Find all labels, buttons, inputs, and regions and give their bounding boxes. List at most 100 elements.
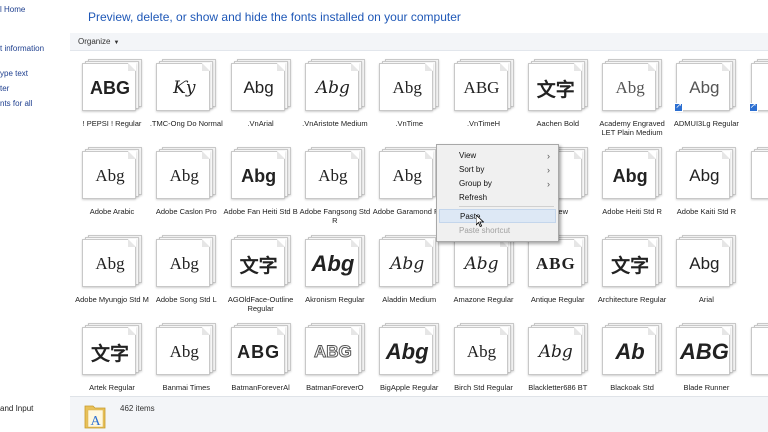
context-menu: View › Sort by › Group by › Refresh Paste Paste … (436, 144, 559, 242)
font-tile[interactable]: A Ado (745, 145, 768, 231)
font-name: .TMC-Ong Do Normal (149, 119, 223, 128)
font-tile[interactable]: Abg .VnAristote Medium (299, 57, 371, 143)
font-preview: 文字 (90, 343, 129, 365)
font-tile[interactable]: ABG .VnTimeH (448, 57, 520, 143)
menu-item-view[interactable]: View › (439, 149, 556, 163)
menu-item-group-by[interactable]: Group by › (439, 177, 556, 191)
font-name: Adobe Heiti Std R (602, 207, 662, 216)
font-name: BatmanForeverO (306, 383, 364, 392)
font-tile[interactable]: 文字 AGOldFace-Outline Regular (225, 233, 297, 319)
font-tile[interactable]: Abg Adobe Song Std L (150, 233, 222, 319)
fonts-grid[interactable]: ABG ! PEPSI ! Regular Ƙy .TMC-Ong Do Normal… (70, 51, 768, 396)
svg-text:A: A (90, 414, 101, 429)
font-tile[interactable]: Ƙy .TMC-Ong Do Normal (149, 57, 223, 143)
font-name: Birch Std Regular (454, 383, 513, 392)
nav-link[interactable]: l Home (0, 5, 25, 14)
font-name: Banmai Times (162, 383, 211, 392)
font-tile[interactable]: Abg .VnTime (373, 57, 445, 143)
organize-button[interactable]: Organize ▼ (78, 37, 119, 46)
font-tile[interactable]: Abg Adobe Arabic (76, 145, 148, 231)
font-tile[interactable]: Abg Birch Std Regular (448, 321, 520, 407)
nav-link[interactable]: t information (0, 44, 44, 53)
nav-link[interactable]: nts for all (0, 99, 32, 108)
font-file-icon: Abg (602, 59, 663, 115)
font-file-icon: ABG (82, 59, 142, 115)
font-file-icon: ABG (527, 235, 588, 291)
font-tile[interactable]: Abg Adobe Kaiti Std R (670, 145, 742, 231)
font-tile[interactable]: 文字 Artek Regular (76, 321, 148, 407)
font-tile[interactable]: Abg Akronism Regular (299, 233, 371, 319)
menu-item-label: View (459, 151, 477, 160)
font-tile[interactable]: ABG BatmanForeverAl (225, 321, 297, 407)
font-tile[interactable]: Abg Adobe Heiti Std R (596, 145, 668, 231)
status-bar: A 462 items (70, 396, 768, 432)
nav-link[interactable]: ype text (0, 69, 28, 78)
font-tile[interactable]: ABG BatmanForeverO (299, 321, 371, 407)
font-tile[interactable]: Abg Adobe Fan Heiti Std B (223, 145, 298, 231)
font-preview: Abg (689, 78, 720, 97)
menu-separator (459, 206, 554, 207)
font-preview: Abg (169, 254, 199, 273)
font-file-icon: 文字 (527, 59, 588, 115)
font-file-icon: A (750, 147, 768, 203)
font-file-icon: Abg (230, 147, 291, 203)
font-name: Adobe Caslon Pro (155, 207, 217, 216)
font-tile[interactable]: Abg Aladdin Medium (373, 233, 445, 319)
font-preview: ABG (237, 341, 281, 362)
font-file-icon: Abg (676, 235, 737, 291)
font-tile[interactable]: AAD (745, 57, 768, 143)
font-name: Blackoak Std (610, 383, 654, 392)
font-name: .VnTimeH (466, 119, 501, 128)
font-name: Architecture Regular (597, 295, 667, 304)
font-tile[interactable]: 文字 Architecture Regular (596, 233, 668, 319)
font-name: Artek Regular (89, 383, 135, 392)
font-preview: ABG (679, 339, 729, 364)
font-tile[interactable]: Abg Adobe Myungjo Std M (75, 233, 149, 319)
font-tile[interactable]: ABG Antique Regular (522, 233, 594, 319)
font-preview: ABG (314, 342, 353, 362)
font-file-icon: Abg (82, 147, 142, 203)
font-tile[interactable]: 文字 Aachen Bold (522, 57, 594, 143)
font-tile[interactable]: Abg Blackletter686 BT (522, 321, 594, 407)
font-file-icon: Abg (156, 235, 217, 291)
font-tile[interactable]: Abg Adobe Caslon Pro (150, 145, 222, 231)
font-tile[interactable]: Abg Adobe Fangsong Std R (299, 145, 371, 231)
font-file-icon: Abg (304, 59, 365, 115)
font-tile[interactable]: Abg ADMUI3Lg Regular (670, 57, 742, 143)
font-file-icon: ABG (453, 59, 514, 115)
font-name: Academy Engraved LET Plain Medium (599, 119, 665, 137)
shortcut-arrow-icon (748, 101, 758, 112)
font-name: ! PEPSI ! Regular (82, 119, 142, 128)
menu-item-sort-by[interactable]: Sort by › (439, 163, 556, 177)
font-tile[interactable]: Abg Amazone Regular (448, 233, 520, 319)
page-title: Preview, delete, or show and hide the fo… (88, 10, 461, 24)
menu-item-refresh[interactable]: Refresh (439, 191, 556, 205)
item-count: 462 items (120, 404, 155, 413)
nav-link[interactable]: and Input (0, 404, 33, 413)
font-file-icon: Ab (602, 323, 663, 379)
font-file-icon (750, 323, 768, 379)
font-file-icon: Abg (304, 147, 365, 203)
font-tile[interactable]: Abg Academy Engraved LET Plain Medium (596, 57, 668, 143)
font-preview: Abg (318, 166, 348, 185)
font-tile[interactable]: Boo (745, 321, 768, 407)
font-preview: Abg (612, 165, 648, 186)
font-tile[interactable]: Abg BigApple Regular (373, 321, 445, 407)
font-preview: Abg (243, 78, 274, 97)
font-preview: Ƙy (173, 78, 196, 98)
font-tile[interactable]: Abg .VnArial (225, 57, 297, 143)
nav-link[interactable]: ter (0, 84, 9, 93)
font-preview: ABG (90, 77, 130, 98)
font-preview (752, 328, 768, 376)
font-tile[interactable]: Ab Blackoak Std (596, 321, 668, 407)
font-tile[interactable]: Abg Adobe Garamond Pro (373, 145, 446, 231)
font-preview: 文字 (239, 255, 278, 277)
font-preview: Abg (311, 251, 355, 276)
font-tile[interactable]: Abg Banmai Times (150, 321, 222, 407)
font-file-icon: Abg (82, 235, 142, 291)
menu-item-paste[interactable]: Paste (439, 209, 556, 223)
font-preview: ABG (463, 78, 500, 97)
font-tile[interactable]: ABG Blade Runner (670, 321, 742, 407)
font-tile[interactable]: ABG ! PEPSI ! Regular (76, 57, 148, 143)
font-tile[interactable]: Abg Arial (670, 233, 742, 319)
